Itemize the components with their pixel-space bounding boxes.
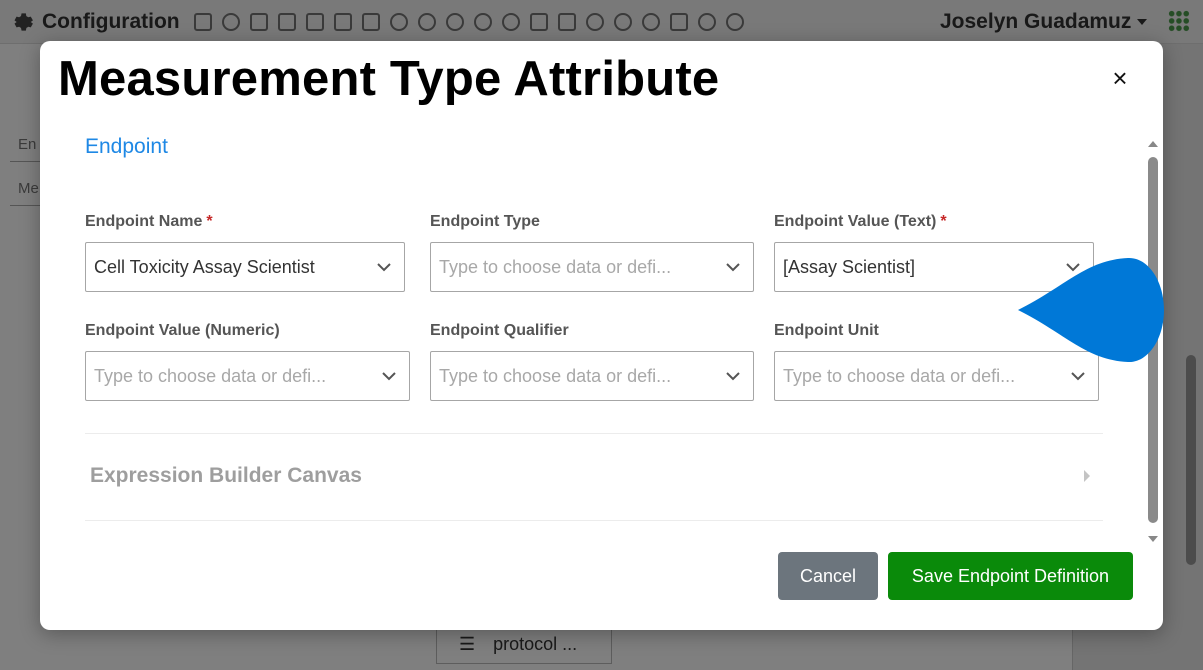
endpoint-value-numeric-label: Endpoint Value (Numeric) [85, 322, 280, 339]
chevron-down-icon[interactable] [1058, 371, 1098, 381]
close-icon[interactable]: × [1108, 65, 1132, 91]
endpoint-value-text-label-text: Endpoint Value (Text) [774, 213, 937, 230]
pointer-marker-icon [1018, 257, 1164, 363]
endpoint-unit-placeholder: Type to choose data or defi... [783, 365, 1016, 386]
endpoint-qualifier-placeholder: Type to choose data or defi... [439, 365, 672, 386]
endpoint-type-label: Endpoint Type [430, 213, 540, 230]
chevron-down-icon[interactable] [369, 371, 409, 381]
endpoint-name-label: Endpoint Name * [85, 213, 213, 231]
endpoint-value-numeric-placeholder: Type to choose data or defi... [94, 365, 327, 386]
endpoint-type-select[interactable]: Type to choose data or defi... [430, 242, 754, 292]
chevron-down-icon[interactable] [364, 262, 404, 272]
section-title-endpoint: Endpoint [85, 135, 168, 158]
endpoint-unit-label: Endpoint Unit [774, 322, 879, 339]
endpoint-name-value: Cell Toxicity Assay Scientist [94, 256, 315, 277]
chevron-down-icon[interactable] [713, 371, 753, 381]
cancel-button[interactable]: Cancel [778, 552, 878, 600]
endpoint-qualifier-select[interactable]: Type to choose data or defi... [430, 351, 754, 401]
scroll-down-arrow-icon[interactable] [1147, 535, 1159, 543]
endpoint-qualifier-label: Endpoint Qualifier [430, 322, 569, 339]
endpoint-type-placeholder: Type to choose data or defi... [439, 256, 672, 277]
measurement-type-attribute-dialog: Measurement Type Attribute × Endpoint En… [40, 41, 1163, 630]
dialog-title: Measurement Type Attribute [58, 52, 720, 106]
required-mark: * [206, 213, 213, 230]
expression-builder-header[interactable]: Expression Builder Canvas [90, 464, 362, 488]
required-mark: * [940, 213, 947, 230]
chevron-right-icon[interactable] [1083, 469, 1091, 483]
divider [85, 433, 1103, 434]
endpoint-name-label-text: Endpoint Name [85, 213, 203, 230]
endpoint-value-text-value: [Assay Scientist] [783, 256, 916, 277]
scroll-up-arrow-icon[interactable] [1147, 140, 1159, 148]
endpoint-value-numeric-select[interactable]: Type to choose data or defi... [85, 351, 410, 401]
chevron-down-icon[interactable] [713, 262, 753, 272]
divider [85, 520, 1103, 521]
endpoint-name-select[interactable]: Cell Toxicity Assay Scientist [85, 242, 405, 292]
save-endpoint-definition-button[interactable]: Save Endpoint Definition [888, 552, 1133, 600]
endpoint-value-text-label: Endpoint Value (Text) * [774, 213, 947, 231]
